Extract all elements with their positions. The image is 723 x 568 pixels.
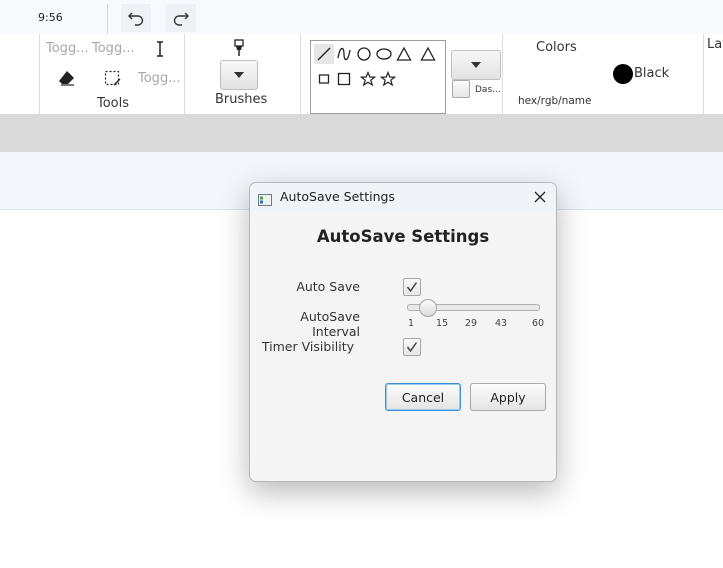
toggle-button-3[interactable]: Togg... bbox=[138, 71, 181, 86]
slider-tick-label: 29 bbox=[465, 318, 478, 329]
shapes-gallery bbox=[310, 40, 446, 114]
current-color-swatch[interactable] bbox=[613, 64, 633, 84]
tools-group: Togg... Togg... Togg... Tools bbox=[40, 34, 184, 114]
triangle-outline-shape-button[interactable] bbox=[418, 44, 438, 64]
ellipse-icon bbox=[376, 48, 392, 60]
toggle-button-2[interactable]: Togg... bbox=[92, 41, 135, 56]
undo-icon bbox=[128, 12, 144, 26]
slider-tick-label: 1 bbox=[408, 318, 415, 329]
timer-visibility-checkbox[interactable] bbox=[403, 338, 421, 356]
star-icon bbox=[380, 71, 396, 87]
undo-button[interactable] bbox=[121, 4, 151, 32]
line-shape-button[interactable] bbox=[314, 44, 334, 64]
toggle-button-1[interactable]: Togg... bbox=[46, 41, 89, 56]
timer-visibility-label: Timer Visibility bbox=[261, 339, 354, 354]
curve-shape-button[interactable] bbox=[334, 44, 354, 64]
dialog-title: AutoSave Settings bbox=[280, 189, 395, 204]
toolbar-band bbox=[0, 114, 723, 152]
triangle-icon bbox=[420, 46, 436, 61]
ellipse-shape-button[interactable] bbox=[374, 44, 394, 64]
dialog-titlebar: AutoSave Settings bbox=[250, 183, 556, 211]
star-shape-button[interactable] bbox=[358, 69, 378, 89]
apply-button[interactable]: Apply bbox=[470, 383, 546, 411]
chevron-down-icon bbox=[234, 72, 244, 78]
cancel-button[interactable]: Cancel bbox=[385, 383, 461, 411]
quick-access-bar: 9:56 bbox=[0, 0, 723, 34]
curve-icon bbox=[337, 47, 351, 61]
text-tool-button[interactable] bbox=[154, 40, 166, 62]
square-shape-button[interactable] bbox=[334, 69, 354, 89]
star-outline-shape-button[interactable] bbox=[378, 69, 398, 89]
ribbon: Togg... Togg... Togg... Tools Brushes Da… bbox=[0, 34, 723, 115]
square-icon bbox=[337, 72, 351, 86]
text-cursor-icon bbox=[157, 41, 163, 57]
tools-group-label: Tools bbox=[97, 96, 130, 111]
auto-save-checkbox[interactable] bbox=[403, 278, 421, 296]
ribbon-divider bbox=[703, 34, 704, 114]
brush-size-dropdown[interactable] bbox=[220, 60, 258, 90]
ribbon-divider bbox=[300, 34, 301, 114]
star-icon bbox=[360, 71, 376, 87]
quickbar-divider bbox=[107, 4, 108, 34]
color-input-field[interactable]: hex/rgb/name bbox=[518, 95, 591, 107]
slider-tick-label: 60 bbox=[532, 318, 545, 329]
triangle-shape-button[interactable] bbox=[394, 44, 414, 64]
close-icon bbox=[534, 191, 546, 203]
dialog-heading: AutoSave Settings bbox=[316, 227, 490, 246]
auto-save-label: Auto Save bbox=[296, 279, 360, 294]
circle-icon bbox=[357, 47, 371, 61]
eraser-button[interactable] bbox=[58, 70, 76, 90]
current-color-label: Black bbox=[634, 66, 670, 81]
brush-button[interactable] bbox=[232, 39, 246, 61]
layers-group-label: Lay bbox=[707, 37, 723, 52]
selection-icon bbox=[104, 70, 121, 86]
dashed-label: Das... bbox=[475, 85, 501, 95]
colors-group-label: Colors bbox=[536, 40, 577, 55]
stroke-style-dropdown[interactable] bbox=[451, 50, 501, 80]
brushes-group-label: Brushes bbox=[215, 92, 268, 107]
chevron-down-icon bbox=[471, 62, 481, 68]
paint-app-window: 9:56 Togg... Togg... Togg... Tools Brush… bbox=[0, 0, 723, 568]
ribbon-divider bbox=[502, 34, 503, 114]
dialog-close-button[interactable] bbox=[530, 187, 550, 207]
select-button[interactable] bbox=[104, 70, 122, 92]
slider-tick-label: 43 bbox=[495, 318, 508, 329]
square-icon bbox=[318, 74, 330, 84]
checkmark-icon bbox=[406, 342, 418, 353]
triangle-icon bbox=[396, 46, 412, 61]
small-square-shape-button[interactable] bbox=[314, 69, 334, 89]
dashed-checkbox[interactable] bbox=[452, 80, 470, 98]
autosave-dialog: AutoSave Settings AutoSave Settings Auto… bbox=[249, 182, 557, 482]
clock-label: 9:56 bbox=[38, 11, 63, 24]
redo-button[interactable] bbox=[166, 4, 196, 32]
brushes-group: Brushes bbox=[185, 34, 300, 114]
eraser-icon bbox=[59, 71, 74, 86]
redo-icon bbox=[173, 12, 189, 26]
slider-tick-label: 15 bbox=[436, 318, 449, 329]
line-icon bbox=[317, 47, 331, 61]
circle-shape-button[interactable] bbox=[354, 44, 374, 64]
autosave-interval-label: AutoSave Interval bbox=[300, 309, 360, 339]
app-window-icon bbox=[258, 191, 272, 210]
interval-slider-thumb[interactable] bbox=[418, 299, 437, 317]
checkmark-icon bbox=[406, 282, 418, 293]
brush-icon bbox=[234, 39, 244, 56]
